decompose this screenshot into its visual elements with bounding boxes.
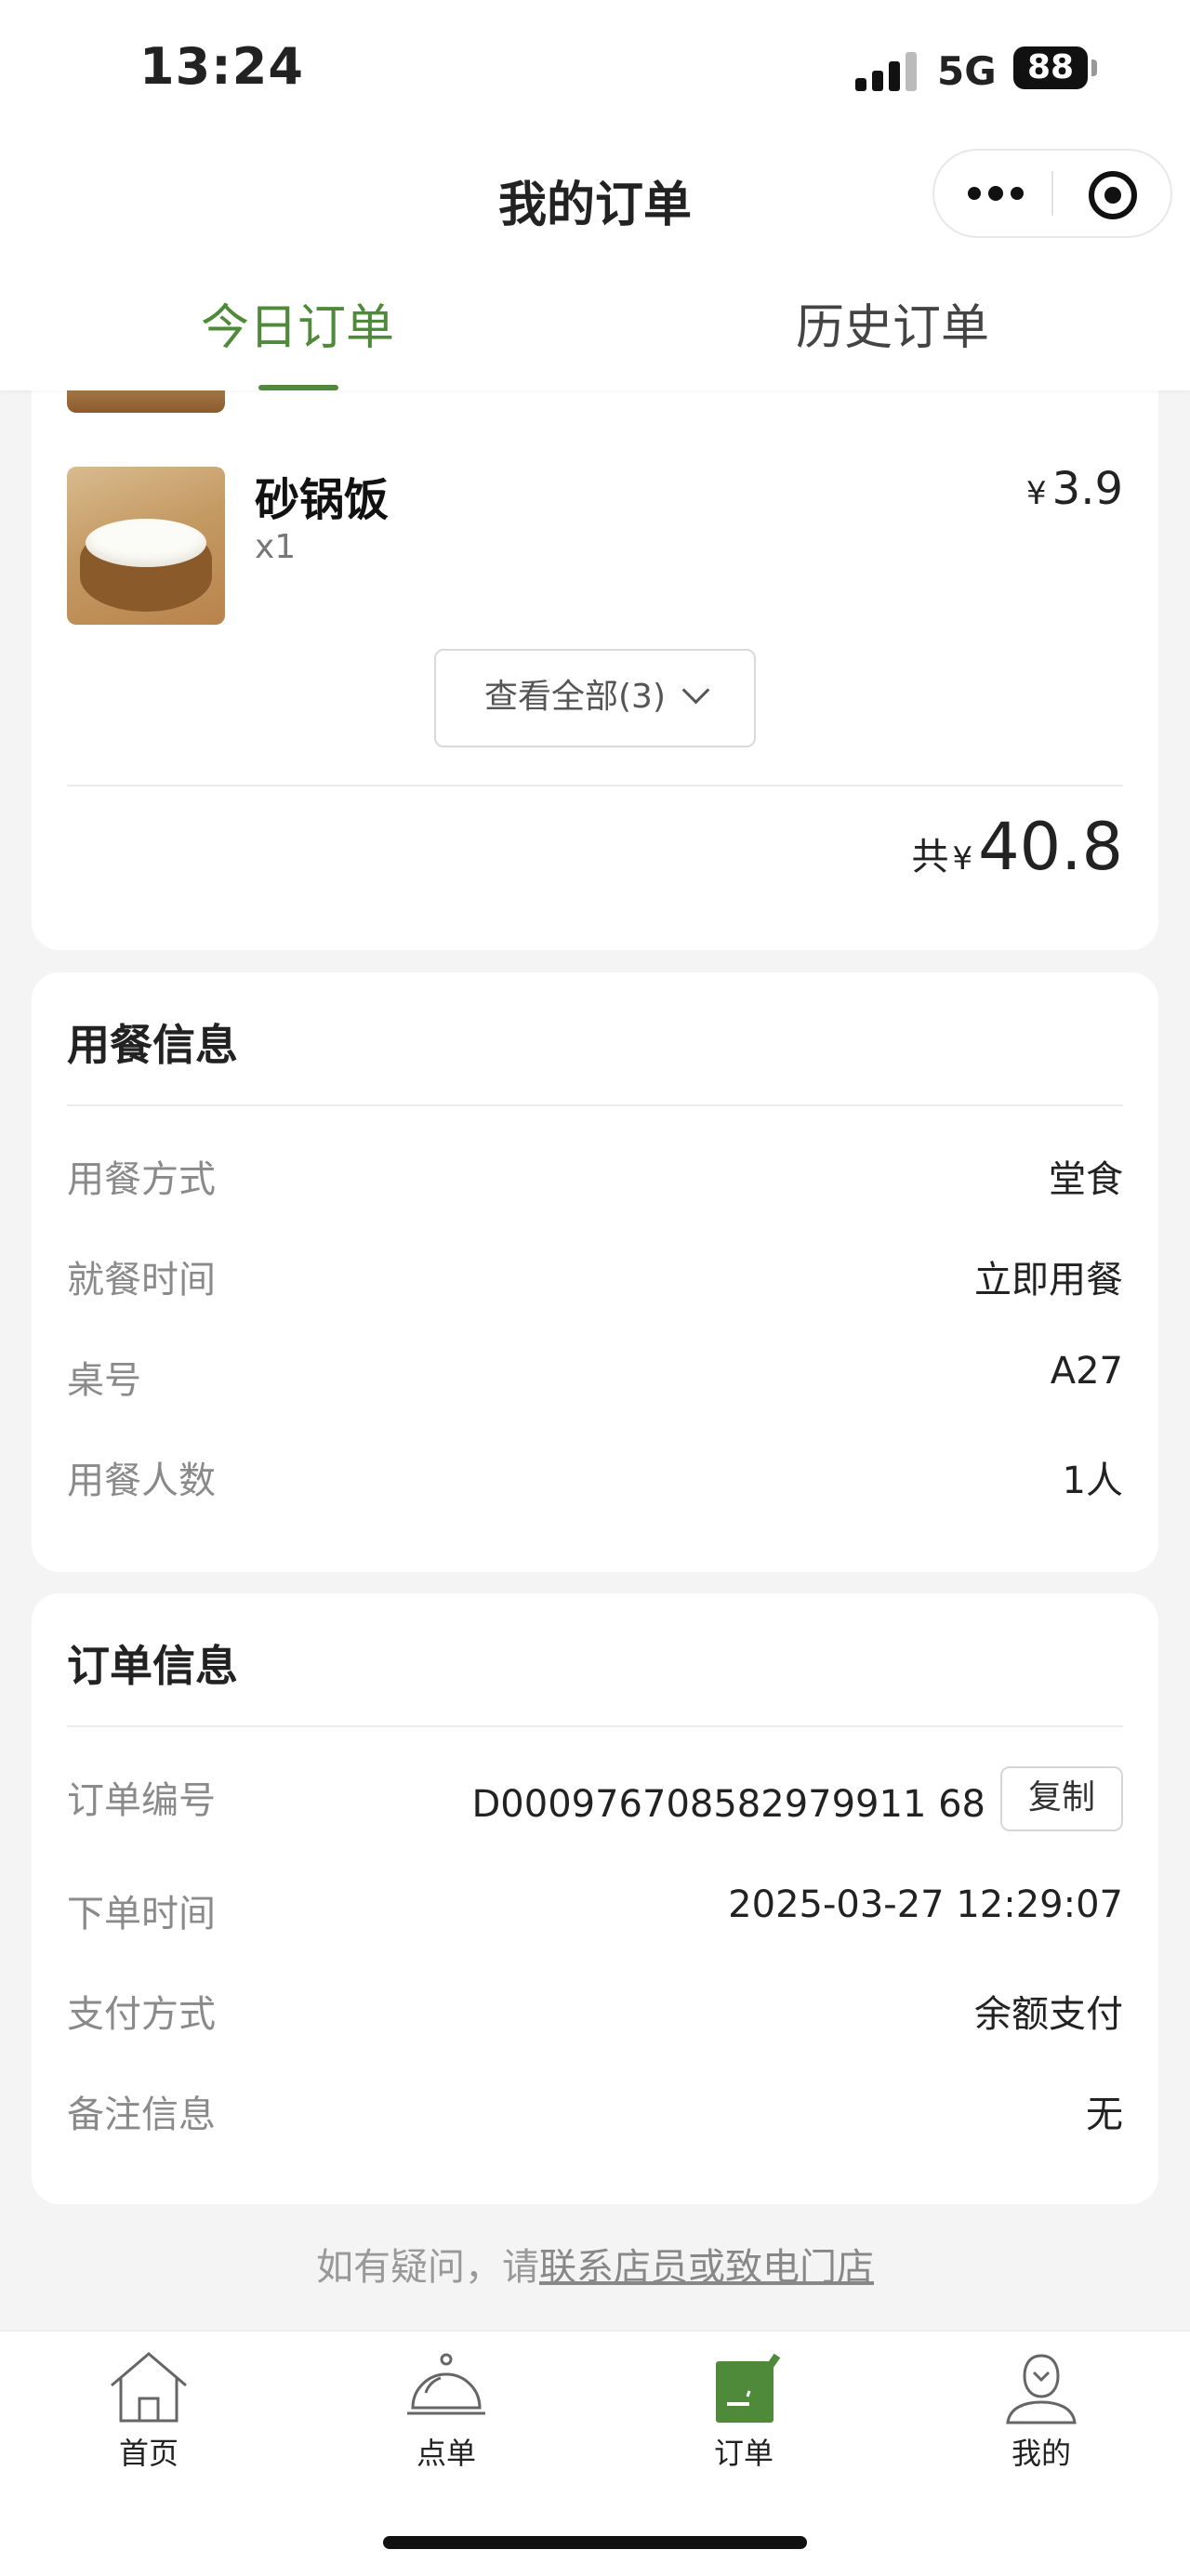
order-value: 余额支付 bbox=[974, 1993, 1123, 2036]
order-key: 备注信息 bbox=[67, 2094, 216, 2136]
dining-key: 用餐人数 bbox=[67, 1460, 216, 1502]
tabbar-label: 首页 bbox=[118, 2436, 178, 2471]
tabbar-profile[interactable]: 我的 bbox=[948, 2348, 1134, 2488]
order-info-card: 订单信息 订单编号 D000976708582979911 68 复制 下单时间 2… bbox=[32, 1593, 1158, 2204]
dining-value: 立即用餐 bbox=[974, 1259, 1123, 1301]
tab-history-orders[interactable]: 历史订单 bbox=[796, 288, 989, 358]
order-row-time: 下单时间 2025-03-27 12:29:07 bbox=[67, 1883, 1123, 1939]
dish-name: 砂锅饭 bbox=[255, 474, 390, 526]
tabbar-home[interactable]: 首页 bbox=[56, 2348, 242, 2488]
status-bar: 13:24 5G 88 bbox=[0, 0, 1190, 139]
dining-value: 1人 bbox=[1062, 1460, 1123, 1502]
battery-tip bbox=[1091, 59, 1097, 76]
close-mini-program-icon[interactable] bbox=[1089, 171, 1137, 219]
dining-info-card: 用餐信息 用餐方式 堂食 就餐时间 立即用餐 桌号 A27 用餐人数 1人 bbox=[32, 972, 1158, 1572]
tabbar-menu[interactable]: 点单 bbox=[353, 2348, 539, 2488]
capsule-divider bbox=[1051, 171, 1053, 216]
items-divider bbox=[67, 785, 1123, 786]
cloche-icon bbox=[407, 2353, 485, 2415]
order-divider bbox=[67, 1725, 1123, 1727]
battery-icon: 88 bbox=[1013, 46, 1088, 89]
order-value: 2025-03-27 12:29:07 bbox=[728, 1883, 1123, 1926]
home-indicator bbox=[383, 2536, 807, 2549]
view-all-button[interactable]: 查看全部(3) bbox=[434, 649, 756, 747]
view-all-label: 查看全部(3) bbox=[484, 678, 666, 716]
signal-icon bbox=[855, 52, 920, 91]
dining-key: 桌号 bbox=[67, 1359, 141, 1402]
dining-key: 用餐方式 bbox=[67, 1158, 216, 1201]
order-edit-icon bbox=[716, 2353, 781, 2423]
total-label: 共 bbox=[911, 836, 949, 878]
dining-info-title: 用餐信息 bbox=[67, 1020, 238, 1070]
dish-price-value: 3.9 bbox=[1051, 463, 1123, 515]
more-icon[interactable] bbox=[968, 182, 1024, 205]
network-type: 5G bbox=[937, 48, 997, 94]
home-icon bbox=[111, 2352, 187, 2423]
order-items-card: 砂锅饭 x1 ¥3.9 查看全部(3) 共 ¥40.8 bbox=[32, 353, 1158, 950]
order-row-number: 订单编号 D000976708582979911 68 bbox=[67, 1770, 1123, 1826]
mini-program-capsule bbox=[932, 149, 1172, 238]
dish-image bbox=[67, 467, 225, 625]
chevron-down-icon bbox=[681, 676, 710, 705]
help-text: 如有疑问，请联系店员或致电门店 bbox=[0, 2237, 1190, 2291]
tabbar-label: 我的 bbox=[1011, 2436, 1071, 2471]
total-value: 40.8 bbox=[978, 809, 1123, 885]
dining-value: 堂食 bbox=[1049, 1158, 1123, 1201]
dining-row-table: 桌号 A27 bbox=[67, 1350, 1123, 1406]
dining-row-guests: 用餐人数 1人 bbox=[67, 1450, 1123, 1506]
dish-price: ¥3.9 bbox=[1026, 463, 1123, 515]
dining-row-mode: 用餐方式 堂食 bbox=[67, 1149, 1123, 1205]
tab-today-orders[interactable]: 今日订单 bbox=[201, 288, 394, 358]
total-currency: ¥ bbox=[952, 840, 973, 878]
tabbar-label: 点单 bbox=[416, 2436, 476, 2471]
order-total: 共 ¥40.8 bbox=[912, 809, 1124, 885]
dining-key: 就餐时间 bbox=[67, 1259, 216, 1301]
order-row-payment: 支付方式 余额支付 bbox=[67, 1984, 1123, 2040]
order-info-title: 订单信息 bbox=[67, 1641, 238, 1691]
nav-header: 我的订单 bbox=[0, 139, 1190, 251]
status-time: 13:24 bbox=[139, 37, 304, 96]
contact-store-link[interactable]: 联系店员或致电门店 bbox=[539, 2246, 874, 2289]
currency-symbol: ¥ bbox=[1026, 475, 1047, 512]
order-number: D000976708582979911 68 bbox=[471, 1783, 986, 1826]
dining-divider bbox=[67, 1104, 1123, 1106]
order-row-note: 备注信息 无 bbox=[67, 2084, 1123, 2140]
copy-order-number-button[interactable]: 复制 bbox=[1000, 1766, 1123, 1831]
order-key: 下单时间 bbox=[67, 1893, 216, 1935]
profile-icon bbox=[1006, 2354, 1077, 2424]
dining-value: A27 bbox=[1050, 1350, 1123, 1393]
order-key: 支付方式 bbox=[67, 1993, 216, 2036]
order-value: 无 bbox=[1086, 2094, 1123, 2136]
dish-quantity: x1 bbox=[255, 528, 297, 566]
order-key: 订单编号 bbox=[67, 1779, 216, 1822]
help-prefix: 如有疑问，请 bbox=[316, 2246, 539, 2289]
active-tab-indicator bbox=[258, 385, 338, 390]
dining-row-time: 就餐时间 立即用餐 bbox=[67, 1249, 1123, 1305]
order-tabs: 今日订单 历史订单 bbox=[0, 251, 1190, 390]
tabbar-label: 订单 bbox=[713, 2436, 774, 2471]
tabbar-orders[interactable]: 订单 bbox=[651, 2348, 837, 2488]
